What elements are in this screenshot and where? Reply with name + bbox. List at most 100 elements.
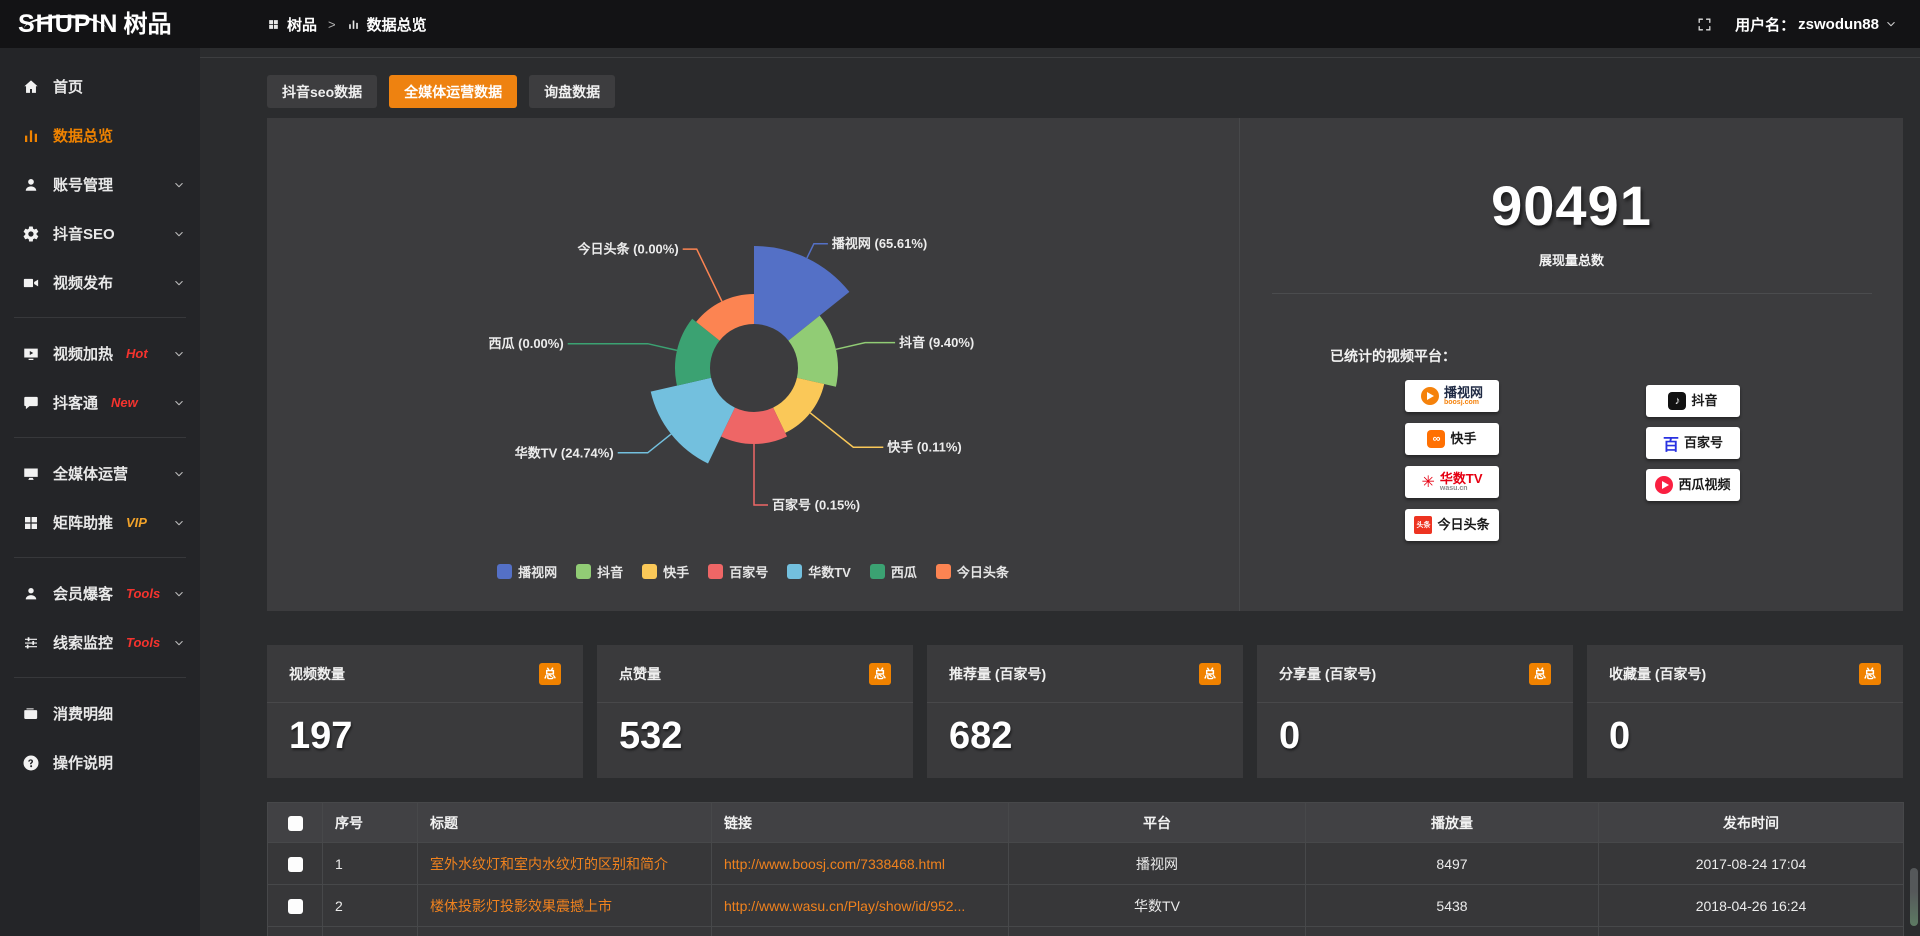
platform-name-wrap: 西瓜视频 [1678,478,1730,492]
stat-card-header: 收藏量 (百家号)总 [1587,645,1903,703]
sidebar-item-account-management[interactable]: 账号管理 [0,160,200,209]
breadcrumb-item-home[interactable]: 树品 [287,14,317,35]
table-column-header: 序号 [323,803,418,843]
row-link[interactable]: http://www.wasu.cn/Play/show/id/952... [712,885,1009,927]
stat-card-total-badge: 总 [1529,663,1551,685]
platform-logo-baijiahao-icon: 百 [1663,431,1679,455]
chevron-down-icon [172,396,186,410]
total-impressions-label: 展现量总数 [1240,250,1903,269]
pie-label-wasu: 华数TV (24.74%) [515,445,614,460]
row-title[interactable]: 楼体投影灯投影效果震撼上市 [418,885,712,927]
sidebar-item-douketong[interactable]: 抖客通New [0,378,200,427]
sliders-icon [22,634,40,652]
tv-icon [22,345,40,363]
sidebar-item-clue-monitor[interactable]: 线索监控Tools [0,618,200,667]
legend-item-toutiao[interactable]: 今日头条 [936,562,1009,581]
platform-name: 百家号 [1684,436,1723,450]
row-title[interactable]: 室外水纹灯和室内水纹灯的区别和简介 [418,843,712,885]
sidebar-divider [14,437,186,438]
sidebar-item-video-heating[interactable]: 视频加热Hot [0,329,200,378]
chat-icon [22,394,40,412]
sidebar-item-data-overview[interactable]: 数据总览 [0,111,200,160]
rose-pie-chart[interactable]: 播视网 (65.61%)抖音 (9.40%)快手 (0.11%)百家号 (0.1… [267,118,1240,611]
stat-card-header: 视频数量总 [267,645,583,703]
chart-legend: 播视网抖音 快手 百家号华数TV 西瓜 今日头条 [267,562,1239,581]
scrollbar-thumb[interactable] [1910,868,1918,926]
platform-logo-kuaishou-icon: ∞ [1427,430,1445,448]
platform-badge-boosj: 播视网boosj.com [1405,380,1499,412]
row-checkbox[interactable] [288,899,303,914]
stat-card-total-badge: 总 [539,663,561,685]
sidebar-item-tag: Tools [126,586,160,601]
select-all-checkbox-cell [268,803,323,843]
sidebar-item-label: 首页 [53,76,83,97]
legend-item-xigua[interactable]: 西瓜 [870,562,917,581]
legend-item-kuaishou[interactable]: 快手 [642,562,689,581]
row-plays [1306,927,1599,936]
select-all-checkbox[interactable] [288,816,303,831]
stat-card-label: 推荐量 (百家号) [949,664,1046,684]
user-menu[interactable]: 用户名： zswodun88 [1735,14,1898,35]
chevron-down-icon [172,516,186,530]
stat-card-value: 0 [1587,703,1903,755]
fullscreen-button[interactable] [1696,16,1713,33]
chevron-down-icon [172,587,186,601]
pie-slice-boosj[interactable] [754,246,849,341]
platform-name-wrap: 今日头条 [1437,518,1489,532]
pie-label-line-kuaishou [810,413,883,447]
username-label: 用户名： [1735,14,1795,35]
table-column-header: 播放量 [1306,803,1599,843]
legend-item-douyin[interactable]: 抖音 [576,562,623,581]
tab-douyin-seo-data[interactable]: 抖音seo数据 [267,75,377,108]
sidebar-item-douyin-seo[interactable]: 抖音SEO [0,209,200,258]
row-publish-time: 2017-08-24 17:04 [1599,843,1904,885]
video-icon [22,274,40,292]
tab-inquiry-data[interactable]: 询盘数据 [529,75,615,108]
legend-item-wasu[interactable]: 华数TV [787,562,851,581]
legend-label: 今日头条 [957,562,1009,581]
table-header-row: 序号标题链接平台播放量发布时间 [268,803,1904,843]
row-checkbox[interactable] [288,857,303,872]
pie-label-kuaishou: 快手 (0.11%) [887,440,961,455]
main-content: 抖音seo数据全媒体运营数据询盘数据 播视网 (65.61%)抖音 (9.40%… [200,48,1920,936]
platform-name-wrap: 播视网boosj.com [1444,386,1483,407]
pie-label-line-xigua [568,344,677,351]
pie-label-line-baijiahao [754,444,768,505]
stat-cards: 视频数量总197点赞量总532推荐量 (百家号)总682分享量 (百家号)总0收… [267,645,1903,778]
sidebar-item-matrix-boost[interactable]: 矩阵助推VIP [0,498,200,547]
sidebar-item-member-burst[interactable]: 会员爆客Tools [0,569,200,618]
sidebar: 首页数据总览账号管理抖音SEO视频发布视频加热Hot抖客通New 全媒体运营矩阵助… [0,48,200,936]
sidebar-item-label: 账号管理 [53,174,113,195]
sidebar-item-consumption-detail[interactable]: 消费明细 [0,689,200,738]
pie-label-line-boosj [807,244,828,258]
table-row: 2楼体投影灯投影效果震撼上市http://www.wasu.cn/Play/sh… [268,885,1904,927]
pie-label-toutiao: 今日头条 (0.00%) [577,242,679,257]
stat-card-header: 分享量 (百家号)总 [1257,645,1573,703]
legend-label: 快手 [663,562,689,581]
platform-name: 播视网 [1444,386,1483,400]
platforms-label: 已统计的视频平台： [1330,346,1456,366]
legend-label: 百家号 [729,562,768,581]
pie-label-xigua: 西瓜 (0.00%) [489,336,564,351]
row-platform: 华数TV [1009,885,1306,927]
row-index: 1 [323,843,418,885]
sidebar-item-home[interactable]: 首页 [0,62,200,111]
chevron-down-icon [1884,17,1898,31]
row-link[interactable]: http://www.boosj.com/7338468.html [712,843,1009,885]
row-checkbox-cell [268,885,323,927]
sidebar-item-video-publish[interactable]: 视频发布 [0,258,200,307]
stat-card-favorite-count: 收藏量 (百家号)总0 [1587,645,1903,778]
platform-name-wrap: 抖音 [1691,394,1717,408]
legend-item-baijiahao[interactable]: 百家号 [708,562,768,581]
legend-item-boosj[interactable]: 播视网 [497,562,557,581]
chart-icon [22,127,40,145]
sidebar-item-operation-guide[interactable]: 操作说明 [0,738,200,787]
pie-slice-wasu[interactable] [651,378,735,464]
legend-label: 播视网 [518,562,557,581]
platform-name: 华数TV [1440,472,1483,486]
pie-label-line-douyin [836,343,895,350]
sidebar-item-media-operation[interactable]: 全媒体运营 [0,449,200,498]
platform-badges-left: 播视网boosj.com∞快手✳华数TVwasu.cn头条今日头条 [1405,380,1499,541]
stat-card-like-count: 点赞量总532 [597,645,913,778]
tab-media-operation-data[interactable]: 全媒体运营数据 [389,75,517,108]
